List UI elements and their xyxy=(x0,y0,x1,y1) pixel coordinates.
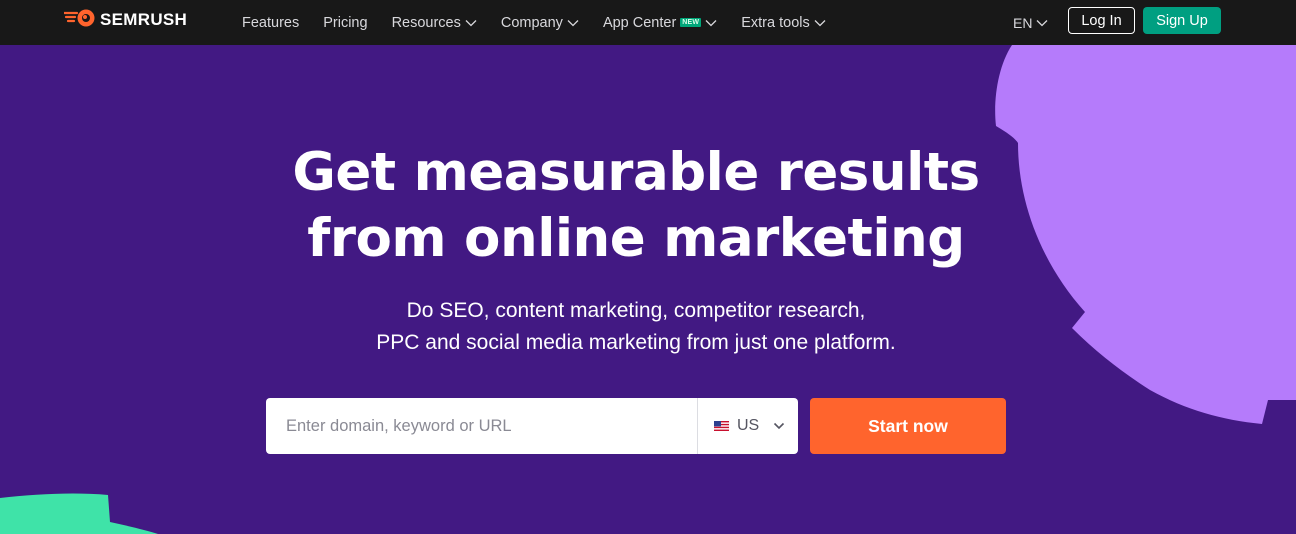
nav-item-label: Resources xyxy=(391,14,461,31)
nav-item-resources[interactable]: Resources xyxy=(392,15,477,31)
lavender-blob-shape xyxy=(995,45,1296,424)
nav-item-pricing[interactable]: Pricing xyxy=(323,15,367,31)
chevron-down-icon xyxy=(814,19,826,27)
hero-title-line-2: from online marketing xyxy=(307,208,965,269)
chevron-down-icon xyxy=(567,19,579,27)
hero-title-line-1: Get measurable results xyxy=(292,142,980,203)
chevron-down-icon xyxy=(1036,19,1048,27)
language-label: EN xyxy=(1013,14,1033,31)
mint-blob-shape xyxy=(0,493,158,534)
nav-item-label: Extra tools xyxy=(741,14,810,31)
chevron-down-icon xyxy=(465,19,477,27)
nav-item-extra-tools[interactable]: Extra tools xyxy=(741,15,826,31)
nav-item-label: Company xyxy=(500,14,563,31)
search-form: US xyxy=(266,398,798,454)
login-button[interactable]: Log In xyxy=(1068,7,1135,34)
top-navigation-bar: SEMRUSH Features Pricing Resources Compa… xyxy=(0,0,1296,45)
main-nav: Features Pricing Resources Company App C… xyxy=(242,0,850,45)
hero-subtitle-line-1: Do SEO, content marketing, competitor re… xyxy=(406,299,866,322)
new-badge: NEW xyxy=(680,18,702,27)
hero-subtitle-line-2: PPC and social media marketing from just… xyxy=(376,331,896,354)
nav-item-label: Pricing xyxy=(323,14,368,31)
nav-item-label: Features xyxy=(242,14,300,31)
database-label: US xyxy=(737,417,760,434)
domain-search-input[interactable] xyxy=(266,398,697,454)
nav-item-label: App Center xyxy=(602,14,677,31)
us-flag-icon xyxy=(714,421,737,431)
database-select[interactable]: US xyxy=(697,398,798,454)
nav-item-features[interactable]: Features xyxy=(242,15,299,31)
language-selector[interactable]: EN xyxy=(1013,0,1048,45)
nav-item-company[interactable]: Company xyxy=(501,15,579,31)
start-now-button[interactable]: Start now xyxy=(810,398,1006,454)
logo-wordmark: SEMRUSH xyxy=(100,10,188,29)
hero-title: Get measurable results from online marke… xyxy=(236,140,1036,272)
hero-subtitle: Do SEO, content marketing, competitor re… xyxy=(286,295,986,359)
signup-button[interactable]: Sign Up xyxy=(1143,7,1221,34)
nav-item-app-center[interactable]: App Center NEW xyxy=(603,15,717,31)
semrush-logo[interactable]: SEMRUSH xyxy=(62,9,188,32)
chevron-down-icon xyxy=(705,19,717,27)
chevron-down-icon xyxy=(773,417,785,435)
fireball-logo-icon xyxy=(62,9,96,32)
